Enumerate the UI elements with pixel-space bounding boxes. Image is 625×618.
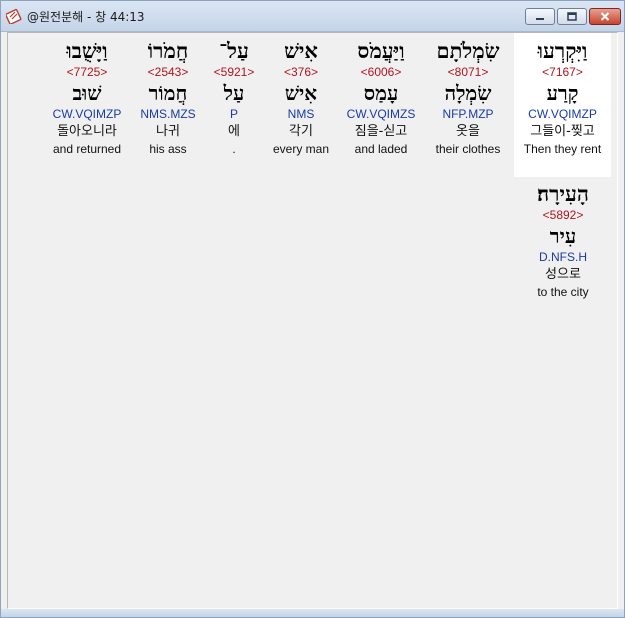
korean-gloss: 각기 bbox=[289, 124, 313, 139]
korean-gloss: 옷을 bbox=[456, 124, 480, 139]
parsing-code: NMS.MZS bbox=[140, 107, 196, 121]
word-cell[interactable]: אִישׁ <376> אִישׁ NMS 각기 every man bbox=[266, 33, 336, 177]
strong-number[interactable]: <376> bbox=[266, 64, 336, 80]
strong-number[interactable]: <7167> bbox=[514, 64, 611, 80]
hebrew-word: וַיָּשֻׁבוּ bbox=[66, 38, 108, 63]
hebrew-word: אִישׁ bbox=[284, 38, 318, 63]
word-cell[interactable]: שִׂמְלֹתָם <8071> שִׂמְלָה NFP.MZP 옷을 th… bbox=[424, 33, 512, 177]
korean-gloss: 나귀 bbox=[156, 124, 180, 139]
hebrew-word: חֲמֹרוֹ bbox=[147, 38, 189, 63]
hebrew-word: וַיִּקְרְעוּ bbox=[537, 38, 588, 63]
lemma: עָמַס bbox=[363, 81, 399, 105]
parsing-code: CW.VQIMZP bbox=[528, 107, 597, 121]
word-cell[interactable]: וַיַּעֲמֹס <6006> עָמַס CW.VQIMZS 짐을-싣고 … bbox=[340, 33, 422, 177]
word-cell[interactable]: חֲמֹרוֹ <2543> חֲמוֹר NMS.MZS 나귀 his ass bbox=[132, 33, 204, 177]
parsing-code: NFP.MZP bbox=[442, 107, 494, 121]
english-gloss: and returned bbox=[52, 142, 122, 156]
strong-number[interactable]: <5921> bbox=[208, 64, 260, 80]
lemma: קָרַע bbox=[546, 81, 579, 105]
korean-gloss: 성으로 bbox=[545, 267, 581, 282]
window-bottom-border bbox=[1, 609, 624, 617]
english-gloss: his ass bbox=[149, 142, 187, 156]
lemma: עַל bbox=[223, 81, 245, 105]
parsing-code: P bbox=[229, 107, 238, 121]
parsing-code: CW.VQIMZP bbox=[52, 107, 122, 121]
minimize-button[interactable] bbox=[525, 8, 555, 25]
lemma: עִיר bbox=[549, 224, 577, 248]
word-cell[interactable]: וַיָּשֻׁבוּ <7725> שׁוּב CW.VQIMZP 돌아오니라… bbox=[44, 33, 130, 177]
parsing-code: D.NFS.H bbox=[539, 250, 587, 264]
bible-app-icon[interactable] bbox=[6, 8, 22, 24]
strong-number[interactable]: <5892> bbox=[520, 207, 606, 223]
close-button[interactable] bbox=[589, 8, 621, 25]
hebrew-word: עַל־ bbox=[219, 38, 249, 63]
maximize-button[interactable] bbox=[557, 8, 587, 25]
english-gloss: to the city bbox=[537, 285, 589, 299]
lemma: שִׂמְלָה bbox=[444, 81, 492, 105]
strong-number[interactable]: <6006> bbox=[340, 64, 422, 80]
interlinear-panel[interactable]: וַיִּקְרְעוּ <7167> קָרַע CW.VQIMZP 그들이-… bbox=[7, 32, 618, 609]
parsing-code: CW.VQIMZS bbox=[346, 107, 416, 121]
korean-gloss: 그들이-찢고 bbox=[530, 124, 595, 139]
parsing-code: NMS bbox=[287, 107, 315, 121]
lemma: אִישׁ bbox=[284, 81, 318, 105]
lemma: שׁוּב bbox=[72, 81, 102, 105]
english-gloss: every man bbox=[272, 142, 330, 156]
minimize-icon bbox=[536, 17, 544, 20]
hebrew-word: וַיַּעֲמֹס bbox=[357, 38, 405, 63]
english-gloss: their clothes bbox=[435, 142, 501, 156]
english-gloss: Then they rent bbox=[523, 142, 602, 156]
korean-gloss: 돌아오니라 bbox=[57, 124, 117, 139]
window-title: @원전분해 - 창 44:13 bbox=[27, 10, 145, 24]
main-window: @원전분해 - 창 44:13 וַיִּקְרְעוּ <7167> קָרַ… bbox=[0, 0, 625, 618]
english-gloss: . bbox=[232, 142, 236, 156]
korean-gloss: 에 bbox=[228, 124, 240, 139]
hebrew-word: הָעִירָה׃ bbox=[537, 181, 589, 206]
strong-number[interactable]: <7725> bbox=[44, 64, 130, 80]
english-gloss: and laded bbox=[354, 142, 408, 156]
maximize-icon bbox=[567, 12, 577, 21]
strong-number[interactable]: <2543> bbox=[132, 64, 204, 80]
strong-number[interactable]: <8071> bbox=[424, 64, 512, 80]
word-cell[interactable]: עַל־ <5921> עַל P 에 . bbox=[208, 33, 260, 177]
word-cell[interactable]: וַיִּקְרְעוּ <7167> קָרַע CW.VQIMZP 그들이-… bbox=[514, 33, 611, 177]
korean-gloss: 짐을-싣고 bbox=[354, 124, 408, 139]
close-icon bbox=[600, 12, 610, 21]
title-bar[interactable]: @원전분해 - 창 44:13 bbox=[1, 1, 624, 32]
hebrew-word: שִׂמְלֹתָם bbox=[436, 38, 500, 63]
lemma: חֲמוֹר bbox=[148, 81, 188, 105]
word-cell[interactable]: הָעִירָה׃ <5892> עִיר D.NFS.H 성으로 to the… bbox=[520, 177, 606, 316]
